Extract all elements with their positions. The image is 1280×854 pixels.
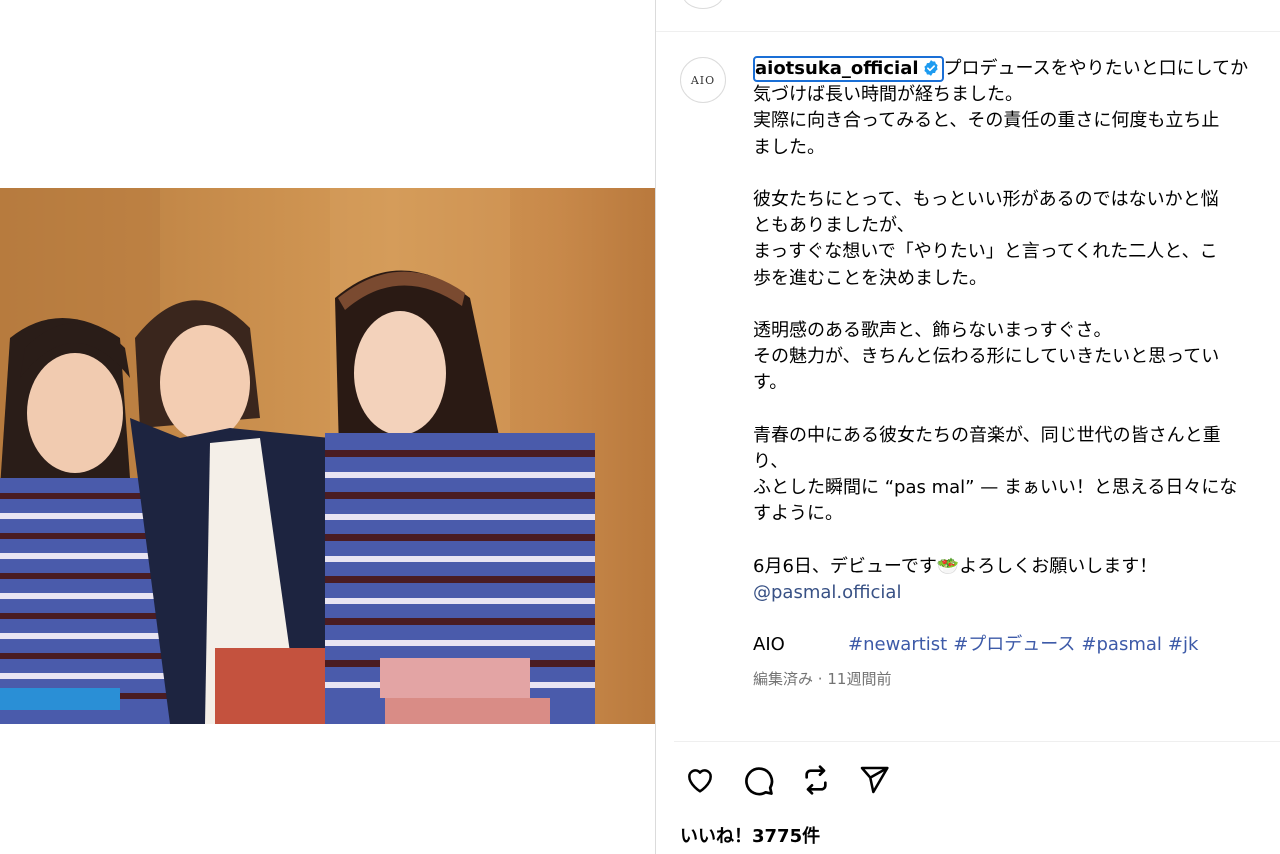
hashtag-link[interactable]: #jk	[1168, 634, 1199, 655]
hashtag-row: AIO #newartist #プロデュース #pasmal #jk	[753, 632, 1204, 658]
like-button[interactable]	[678, 760, 722, 800]
comment-icon	[745, 767, 774, 796]
caption-line-11: その魅力が、きちんと伝わる形にしていきたいと思ってい	[753, 346, 1220, 368]
post-meta: 編集済み · 11週間前	[753, 668, 891, 689]
header-avatar[interactable]	[682, 0, 724, 9]
signature: AIO	[753, 634, 785, 655]
verified-badge-icon	[922, 59, 940, 83]
post-details: AIO aiotsuka_official プロデュースをやりたいと口にしてか 気…	[656, 0, 1280, 854]
post-caption: aiotsuka_official プロデュースをやりたいと口にしてか 気づけば長…	[753, 56, 1280, 606]
caption-line-15: り、	[753, 451, 789, 473]
hashtag-link[interactable]: #プロデュース	[953, 634, 1075, 655]
repost-icon	[805, 765, 827, 795]
hashtag-link[interactable]: #newartist	[848, 634, 947, 655]
media-pane	[0, 0, 655, 854]
caption-line-1: 気づけば長い時間が経ちました。	[753, 84, 1023, 106]
caption-line-19: 6月6日、デビューです🥗よろしくお願いします！	[753, 555, 1158, 577]
caption-line-3: ました。	[753, 136, 825, 158]
caption-line-14: 青春の中にある彼女たちの音楽が、同じ世代の皆さんと重	[753, 424, 1221, 446]
post-photo[interactable]	[0, 188, 655, 724]
caption-line-12: す。	[753, 372, 788, 394]
like-count[interactable]: いいね！3775件	[680, 822, 820, 848]
repost-button[interactable]	[794, 760, 838, 800]
share-button[interactable]	[852, 760, 896, 800]
caption-line-17: すように。	[753, 503, 843, 525]
caption-line-16: ふとした瞬間に “pas mal” — まぁいい！と思える日々にな	[753, 477, 1238, 499]
meta-separator: ·	[817, 670, 823, 688]
caption-line-10: 透明感のある歌声と、飾らないまっすぐさ。	[753, 320, 1112, 342]
time-ago[interactable]: 11週間前	[827, 670, 891, 688]
caption-line-6: ともありましたが、	[753, 215, 915, 237]
mention-link[interactable]: @pasmal.official	[753, 582, 901, 603]
post-photo-illustration	[0, 188, 595, 724]
caption-line-2: 実際に向き合ってみると、その責任の重さに何度も立ち止	[753, 110, 1220, 132]
username-text: aiotsuka_official	[755, 58, 919, 79]
actions-divider	[674, 741, 1280, 742]
hashtag-link[interactable]: #pasmal	[1081, 634, 1161, 655]
caption-line-7: まっすぐな想いで「やりたい」と言ってくれた二人と、こ	[753, 241, 1218, 263]
username-link[interactable]: aiotsuka_official	[753, 56, 944, 82]
author-avatar[interactable]: AIO	[680, 57, 726, 103]
action-bar	[678, 760, 896, 800]
header-divider	[656, 31, 1280, 32]
caption-line-8: 歩を進むことを決めました。	[753, 267, 987, 289]
heart-icon	[688, 769, 712, 793]
comment-button[interactable]	[736, 760, 780, 800]
edited-label: 編集済み	[753, 670, 814, 688]
caption-line-5: 彼女たちにとって、もっといい形があるのではないかと悩	[753, 189, 1219, 211]
share-icon	[860, 766, 889, 794]
avatar-text: AIO	[690, 73, 716, 87]
caption-line-0: プロデュースをやりたいと口にしてか	[943, 58, 1249, 79]
